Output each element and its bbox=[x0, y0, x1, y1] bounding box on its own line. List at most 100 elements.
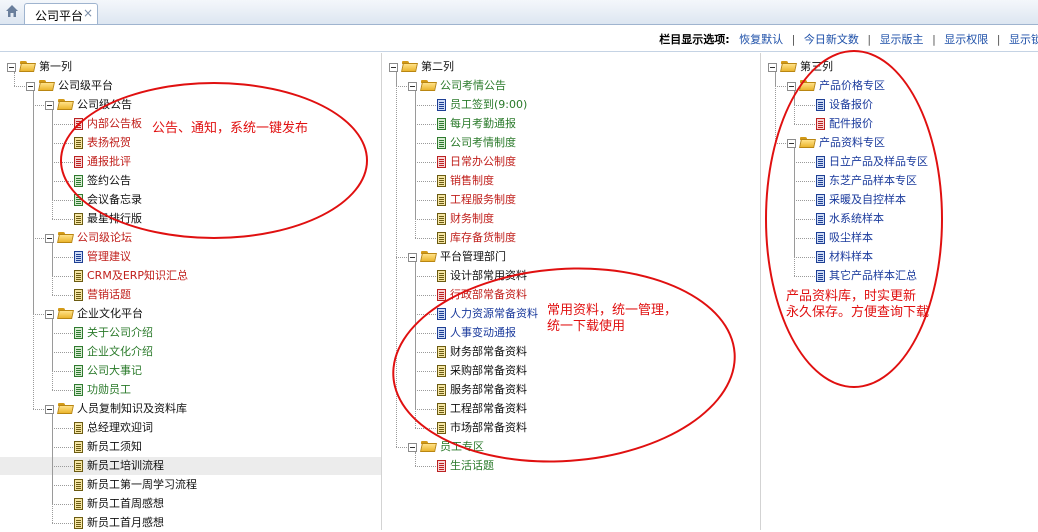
document-icon bbox=[437, 327, 446, 339]
collapse-toggle-icon[interactable] bbox=[45, 310, 54, 319]
tree-item-label: 每月考勤通报 bbox=[450, 117, 516, 130]
tree-connector bbox=[396, 86, 407, 87]
collapse-toggle-icon[interactable] bbox=[787, 82, 796, 91]
tree-connector bbox=[52, 319, 53, 390]
tree-item[interactable]: 销售制度 bbox=[382, 172, 760, 190]
collapse-toggle-icon[interactable] bbox=[389, 63, 398, 72]
column-options-bar: 栏目显示选项: 恢复默认 | 今日新文数 | 显示版主 | 显示权限 | 显示锁 bbox=[0, 25, 1038, 52]
tree-item-label: 企业文化介绍 bbox=[87, 345, 153, 358]
tree-item[interactable]: 服务部常备资料 bbox=[382, 381, 760, 399]
option-show-lock[interactable]: 显示锁 bbox=[1009, 33, 1038, 46]
tree-item-label: 市场部常备资料 bbox=[450, 421, 527, 434]
tree-item-label: CRM及ERP知识汇总 bbox=[87, 269, 189, 282]
tree-connector bbox=[794, 124, 815, 125]
tree-connector bbox=[775, 72, 776, 143]
tree-connector bbox=[415, 200, 436, 201]
tree-item[interactable]: 设计部常用资料 bbox=[382, 267, 760, 285]
collapse-toggle-icon[interactable] bbox=[45, 405, 54, 414]
tree-item[interactable]: 日常办公制度 bbox=[382, 153, 760, 171]
collapse-toggle-icon[interactable] bbox=[408, 443, 417, 452]
tree-item[interactable]: 市场部常备资料 bbox=[382, 419, 760, 437]
document-icon bbox=[74, 365, 83, 377]
tab-company-platform[interactable]: 公司平台 × bbox=[24, 3, 98, 24]
folder-open-icon bbox=[58, 403, 73, 414]
tree-connector bbox=[52, 371, 73, 372]
option-restore-default[interactable]: 恢复默认 bbox=[739, 33, 783, 46]
tree-item[interactable]: 财务部常备资料 bbox=[382, 343, 760, 361]
tree-connector bbox=[415, 162, 436, 163]
tree-connector bbox=[775, 86, 786, 87]
option-show-permission[interactable]: 显示权限 bbox=[944, 33, 988, 46]
tree-connector bbox=[415, 295, 436, 296]
collapse-toggle-icon[interactable] bbox=[787, 139, 796, 148]
tree-connector bbox=[52, 276, 73, 277]
tree-connector bbox=[52, 504, 73, 505]
tree-item-label: 工程服务制度 bbox=[450, 193, 516, 206]
tree-item-label: 新员工第一周学习流程 bbox=[87, 478, 197, 491]
collapse-toggle-icon[interactable] bbox=[768, 63, 777, 72]
tree-connector bbox=[794, 238, 815, 239]
tree-connector bbox=[415, 262, 416, 428]
tree-folder[interactable]: 产品资料专区 bbox=[761, 134, 1038, 152]
document-icon bbox=[437, 308, 446, 320]
collapse-toggle-icon[interactable] bbox=[45, 234, 54, 243]
tree-item[interactable]: 行政部常备资料 bbox=[382, 286, 760, 304]
collapse-toggle-icon[interactable] bbox=[408, 253, 417, 262]
tree-folder[interactable]: 企业文化平台 bbox=[0, 305, 381, 323]
tree-connector bbox=[52, 124, 73, 125]
tree-item-label: 产品价格专区 bbox=[819, 79, 885, 92]
tree-connector bbox=[33, 238, 44, 239]
home-icon[interactable] bbox=[5, 4, 19, 18]
tree-connector bbox=[52, 466, 73, 467]
tree-folder[interactable]: 第三列 bbox=[761, 58, 1038, 76]
tree-item-label: 人力资源常备资料 bbox=[450, 307, 538, 320]
collapse-toggle-icon[interactable] bbox=[45, 101, 54, 110]
annotation-text-2: 常用资料，统一管理， 统一下载使用 bbox=[547, 303, 678, 334]
tree-item-label: 内部公告板 bbox=[87, 117, 142, 130]
tree-item[interactable]: 工程部常备资料 bbox=[382, 400, 760, 418]
tree-item-label: 吸尘样本 bbox=[829, 231, 873, 244]
collapse-toggle-icon[interactable] bbox=[26, 82, 35, 91]
tree-item[interactable]: 生活话题 bbox=[382, 457, 760, 475]
document-icon bbox=[437, 232, 446, 244]
tree-connector bbox=[52, 257, 73, 258]
tree-item[interactable]: 财务制度 bbox=[382, 210, 760, 228]
tree-folder[interactable]: 公司级公告 bbox=[0, 96, 381, 114]
tree-connector bbox=[415, 314, 436, 315]
document-icon bbox=[437, 346, 446, 358]
tree-folder[interactable]: 第一列 bbox=[0, 58, 381, 76]
tree-item[interactable]: 库存备货制度 bbox=[382, 229, 760, 247]
tab-bar: 公司平台 × bbox=[0, 0, 1038, 25]
tree-connector bbox=[52, 110, 53, 219]
collapse-toggle-icon[interactable] bbox=[408, 82, 417, 91]
tree-item[interactable]: 员工签到(9:00) bbox=[382, 96, 760, 114]
tree-item[interactable]: 工程服务制度 bbox=[382, 191, 760, 209]
tree-connector bbox=[415, 452, 416, 466]
tree-item-label: 营销话题 bbox=[87, 288, 131, 301]
tree-item-label: 公司级论坛 bbox=[77, 231, 132, 244]
option-show-moderator[interactable]: 显示版主 bbox=[880, 33, 924, 46]
tree-folder[interactable]: 第二列 bbox=[382, 58, 760, 76]
tree-folder[interactable]: 公司级平台 bbox=[0, 77, 381, 95]
tree-connector bbox=[415, 124, 436, 125]
tree-connector bbox=[52, 352, 73, 353]
tree-folder[interactable]: 公司级论坛 bbox=[0, 229, 381, 247]
document-icon bbox=[437, 99, 446, 111]
tree-folder[interactable]: 公司考情公告 bbox=[382, 77, 760, 95]
document-icon bbox=[816, 99, 825, 111]
tree-connector bbox=[794, 91, 795, 124]
tree-connector bbox=[415, 238, 436, 239]
tree-connector bbox=[794, 148, 795, 276]
collapse-toggle-icon[interactable] bbox=[7, 63, 16, 72]
option-today-new-count[interactable]: 今日新文数 bbox=[804, 33, 859, 46]
tree-folder[interactable]: 平台管理部门 bbox=[382, 248, 760, 266]
tree-item[interactable]: 采购部常备资料 bbox=[382, 362, 760, 380]
tree-folder[interactable]: 员工专区 bbox=[382, 438, 760, 456]
tree-item[interactable]: 每月考勤通报 bbox=[382, 115, 760, 133]
close-icon[interactable]: × bbox=[83, 6, 93, 20]
tree-folder[interactable]: 人员复制知识及资料库 bbox=[0, 400, 381, 418]
tree-folder[interactable]: 产品价格专区 bbox=[761, 77, 1038, 95]
tree-item[interactable]: 公司考情制度 bbox=[382, 134, 760, 152]
tree-item-label: 东芝产品样本专区 bbox=[829, 174, 917, 187]
tree-connector bbox=[52, 428, 73, 429]
